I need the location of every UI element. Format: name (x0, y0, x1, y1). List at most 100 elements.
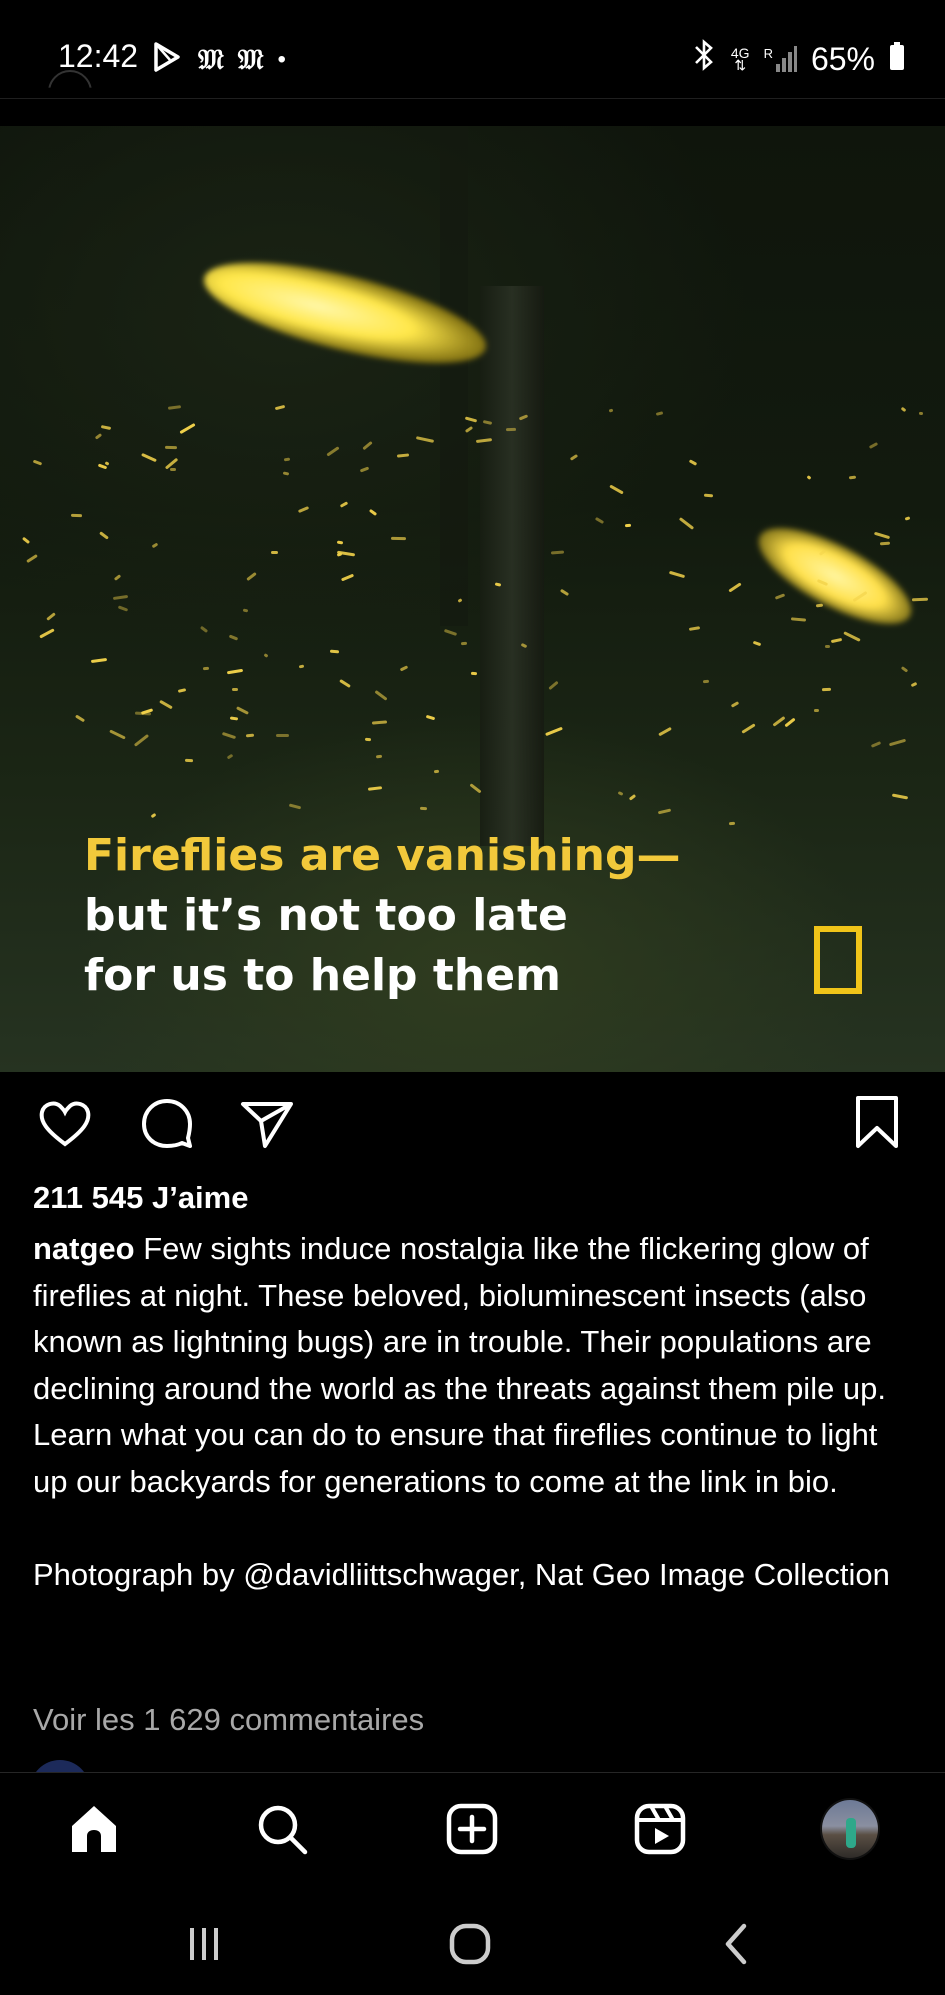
heart-icon[interactable] (36, 1094, 94, 1157)
firefly-spark (617, 791, 624, 796)
caption-text: Few sights induce nostalgia like the fli… (33, 1231, 887, 1499)
reels-icon[interactable] (630, 1799, 690, 1859)
firefly-spark (360, 466, 370, 473)
dot-icon: • (277, 45, 286, 73)
firefly-spark (165, 445, 178, 449)
firefly-spark (900, 665, 909, 673)
firefly-spark (843, 631, 861, 642)
firefly-spark (169, 468, 177, 472)
firefly-spark (362, 440, 374, 451)
firefly-spark (167, 405, 182, 411)
firefly-spark (772, 716, 785, 727)
firefly-spark (595, 516, 605, 524)
status-time: 12:42 (58, 38, 139, 74)
firefly-spark (226, 668, 244, 675)
firefly-spark (848, 476, 856, 480)
firefly-spark (688, 459, 697, 467)
firefly-spark (727, 582, 742, 593)
firefly-spark (879, 542, 890, 546)
firefly-spark (275, 404, 286, 411)
firefly-spark (112, 595, 128, 601)
post-actions (0, 1094, 945, 1158)
like-count[interactable]: 211 545 J’aime (33, 1180, 248, 1216)
bookmark-icon[interactable] (852, 1094, 902, 1157)
headline-line-2: but it’s not too late (84, 890, 568, 941)
firefly-spark (657, 808, 671, 815)
view-comments-link[interactable]: Voir les 1 629 commentaires (33, 1702, 424, 1738)
firefly-spark (100, 425, 112, 430)
caption-username[interactable]: natgeo (33, 1231, 135, 1266)
recents-icon[interactable] (174, 1920, 234, 1968)
paper-plane-icon[interactable] (238, 1094, 296, 1157)
firefly-spark (911, 597, 928, 601)
firefly-spark (229, 634, 239, 641)
firefly-spark (569, 454, 578, 461)
firefly-spark (242, 608, 249, 613)
firefly-spark (246, 733, 254, 738)
firefly-spark (551, 550, 565, 555)
roaming-indicator: R (763, 46, 773, 61)
firefly-spark (918, 411, 924, 416)
firefly-spark (99, 531, 110, 540)
firefly-spark (753, 640, 762, 647)
firefly-spark (900, 406, 907, 413)
firefly-spark (339, 679, 352, 689)
firefly-spark (114, 574, 122, 581)
firefly-spark (236, 706, 249, 716)
firefly-spark (821, 688, 831, 692)
firefly-spark (329, 649, 339, 653)
firefly-spark (806, 475, 812, 481)
firefly-spark (419, 807, 427, 811)
nytimes-icon: 𝔐 (237, 42, 264, 76)
firefly-spark (728, 822, 735, 826)
firefly-spark (824, 644, 830, 648)
firefly-spark (426, 715, 436, 721)
home-circle-icon[interactable] (440, 1920, 500, 1968)
firefly-glow (745, 509, 925, 643)
create-icon[interactable] (442, 1799, 502, 1859)
post-image[interactable]: Fireflies are vanishing— but it’s not to… (0, 126, 945, 1072)
back-icon[interactable] (706, 1920, 766, 1968)
firefly-spark (871, 741, 882, 748)
firefly-spark (911, 681, 918, 687)
firefly-spark (288, 803, 302, 810)
firefly-spark (416, 435, 434, 443)
firefly-spark (339, 500, 349, 508)
firefly-spark (609, 483, 625, 495)
signal-icon: R (764, 46, 797, 72)
firefly-spark (229, 716, 238, 721)
firefly-spark (608, 408, 614, 413)
system-status-icons: 4G ⇅ R 65% (691, 38, 905, 80)
firefly-spark (657, 726, 672, 737)
search-icon[interactable] (252, 1799, 312, 1859)
firefly-spark (704, 493, 714, 498)
firefly-spark (369, 508, 378, 517)
profile-avatar[interactable] (820, 1798, 880, 1860)
image-headline: Fireflies are vanishing— but it’s not to… (84, 826, 680, 1006)
firefly-spark (783, 718, 796, 728)
firefly-spark (375, 754, 383, 759)
bluetooth-icon (691, 38, 717, 80)
firefly-spark (506, 427, 517, 432)
home-icon[interactable] (64, 1799, 124, 1859)
firefly-spark (367, 785, 382, 791)
firefly-spark (560, 588, 570, 596)
firefly-spark (152, 542, 159, 549)
tree-trunk (440, 126, 468, 626)
header-divider (0, 98, 945, 99)
comment-icon[interactable] (138, 1094, 196, 1157)
headline-line-3: for us to help them (84, 950, 561, 1001)
firefly-spark (117, 605, 129, 612)
firefly-spark (774, 593, 785, 601)
bottom-nav (0, 1772, 945, 1891)
firefly-spark (32, 459, 42, 466)
firefly-spark (868, 441, 878, 449)
firefly-spark (624, 523, 632, 528)
firefly-spark (730, 701, 740, 709)
firefly-spark (297, 505, 310, 513)
firefly-spark (283, 457, 290, 462)
post-caption: natgeo Few sights induce nostalgia like … (33, 1226, 913, 1598)
firefly-spark (263, 653, 269, 659)
firefly-spark (364, 737, 372, 742)
firefly-spark (904, 516, 911, 521)
